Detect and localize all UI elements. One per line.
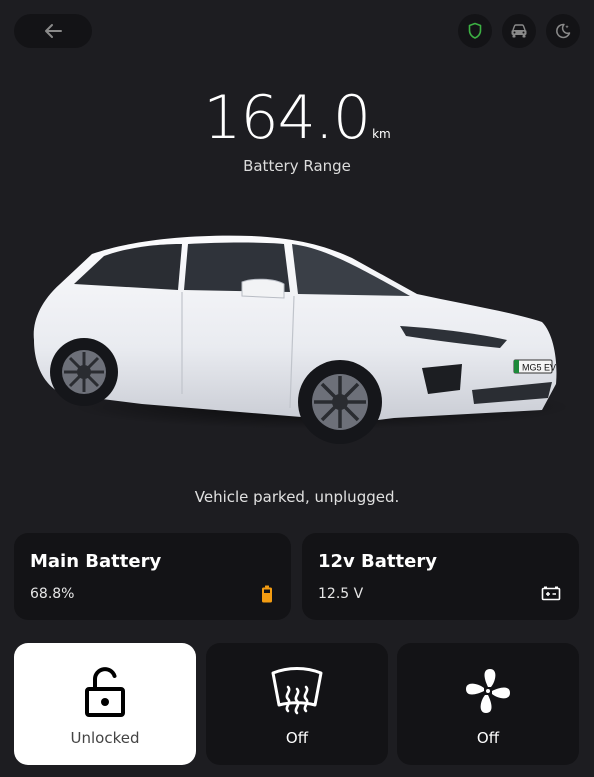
main-battery-value: 68.8% [30, 586, 75, 602]
range-value: 164.0 [203, 83, 371, 153]
fan-toggle[interactable]: Off [397, 643, 579, 765]
defrost-status-label: Off [285, 729, 309, 747]
header-actions [458, 14, 580, 48]
aux-battery-title: 12v Battery [318, 551, 437, 572]
range-unit: km [372, 127, 391, 141]
range-label: Battery Range [243, 157, 351, 175]
arrow-left-icon [45, 24, 62, 38]
shield-icon [468, 22, 482, 39]
vehicle-button[interactable] [502, 14, 536, 48]
defrost-icon [206, 665, 388, 717]
vehicle-image: MG5 EV [22, 222, 572, 462]
aux-battery-value: 12.5 V [318, 586, 364, 602]
battery-icon [261, 585, 273, 607]
license-plate: MG5 EV [522, 363, 556, 373]
night-mode-button[interactable] [546, 14, 580, 48]
fan-status-label: Off [476, 729, 500, 747]
car-icon [511, 24, 527, 38]
defrost-toggle[interactable]: Off [206, 643, 388, 765]
battery-range: 164.0 km [0, 82, 594, 154]
back-button[interactable] [14, 14, 92, 48]
aux-battery-card[interactable]: 12v Battery 12.5 V [302, 533, 579, 620]
fan-icon [397, 665, 579, 717]
lock-status-label: Unlocked [70, 729, 140, 747]
main-battery-card[interactable]: Main Battery 68.8% [14, 533, 291, 620]
main-battery-title: Main Battery [30, 551, 162, 572]
car-battery-icon [541, 585, 561, 605]
vehicle-status: Vehicle parked, unplugged. [194, 488, 400, 506]
moon-icon [556, 23, 571, 39]
lock-toggle[interactable]: Unlocked [14, 643, 196, 765]
security-button[interactable] [458, 14, 492, 48]
lock-open-icon [14, 665, 196, 719]
